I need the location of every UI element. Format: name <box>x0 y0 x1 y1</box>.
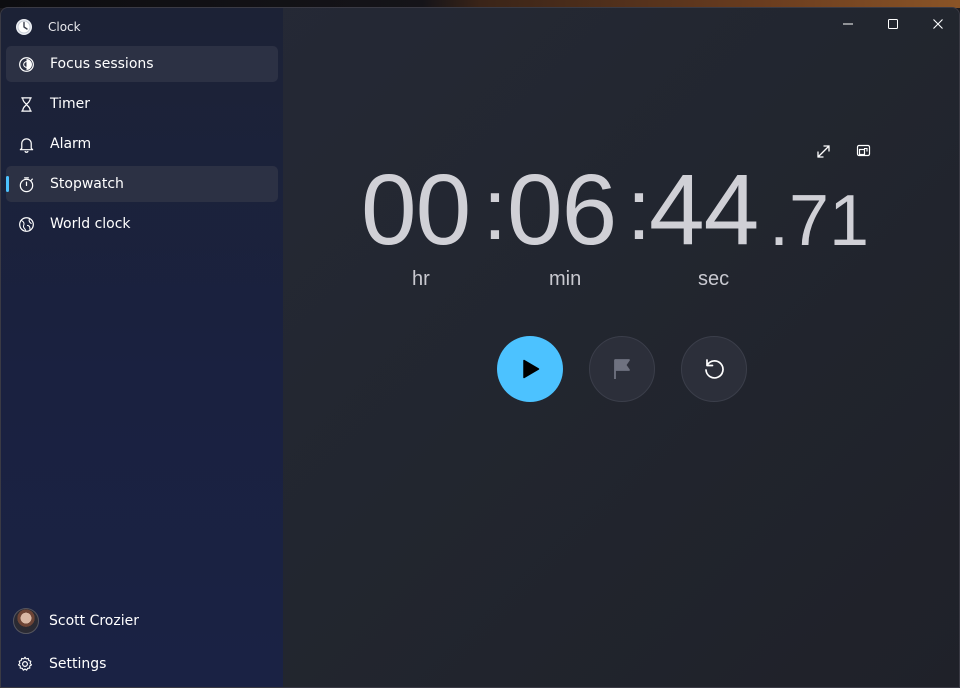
account-profile[interactable]: Scott Crozier <box>13 608 139 634</box>
reset-icon <box>705 359 724 379</box>
nav-world-clock[interactable]: World clock <box>6 206 278 242</box>
seconds-value: 44 <box>649 154 759 266</box>
start-button[interactable] <box>497 336 563 402</box>
avatar <box>13 608 39 634</box>
expand-icon <box>816 144 830 158</box>
nav-label-stopwatch: Stopwatch <box>50 176 124 192</box>
nav-alarm[interactable]: Alarm <box>6 126 278 162</box>
stopwatch-icon <box>16 174 36 194</box>
maximize-icon <box>888 19 898 29</box>
nav-focus-sessions[interactable]: Focus sessions <box>6 46 278 82</box>
nav-stopwatch[interactable]: Stopwatch <box>6 166 278 202</box>
hundredths-value: .71 <box>769 181 870 261</box>
hours-value: 00 <box>361 154 471 266</box>
nav-label-focus-sessions: Focus sessions <box>50 56 154 72</box>
globe-icon <box>16 214 36 234</box>
focus-icon <box>16 54 36 74</box>
play-icon <box>523 359 540 379</box>
minutes-unit-label: min <box>549 268 582 290</box>
bell-icon <box>16 134 36 154</box>
maximize-button[interactable] <box>870 8 916 40</box>
app-title-text: Clock <box>48 20 81 34</box>
seconds-unit-label: sec <box>698 268 730 290</box>
clock-window: Clock Focus sessions Timer Alarm Stopwat… <box>0 7 960 688</box>
minutes-value: 06 <box>507 154 617 266</box>
hours-unit-label: hr <box>412 268 430 290</box>
close-icon <box>933 19 943 29</box>
compact-overlay-icon <box>856 144 870 156</box>
selection-indicator <box>6 176 9 192</box>
reset-button[interactable] <box>681 336 747 402</box>
nav-label-alarm: Alarm <box>50 136 92 152</box>
separator-colon: : <box>483 162 507 258</box>
nav-timer[interactable]: Timer <box>6 86 278 122</box>
settings-button[interactable]: Settings <box>17 654 106 674</box>
lap-button[interactable] <box>589 336 655 402</box>
sidebar: Clock Focus sessions Timer Alarm Stopwat… <box>1 8 283 687</box>
account-name: Scott Crozier <box>49 613 139 629</box>
separator-colon: : <box>627 162 651 258</box>
minimize-button[interactable] <box>825 8 871 40</box>
settings-label: Settings <box>49 656 107 672</box>
close-button[interactable] <box>915 8 959 40</box>
gear-icon <box>17 656 33 671</box>
nav-label-timer: Timer <box>50 96 91 112</box>
hourglass-icon <box>16 94 36 114</box>
app-title: Clock <box>15 17 81 37</box>
expand-button[interactable] <box>810 138 836 164</box>
minimize-icon <box>843 23 853 25</box>
flag-icon <box>614 359 630 379</box>
clock-app-icon <box>16 19 32 35</box>
nav-label-world-clock: World clock <box>50 216 131 232</box>
compact-overlay-button[interactable] <box>850 138 876 164</box>
